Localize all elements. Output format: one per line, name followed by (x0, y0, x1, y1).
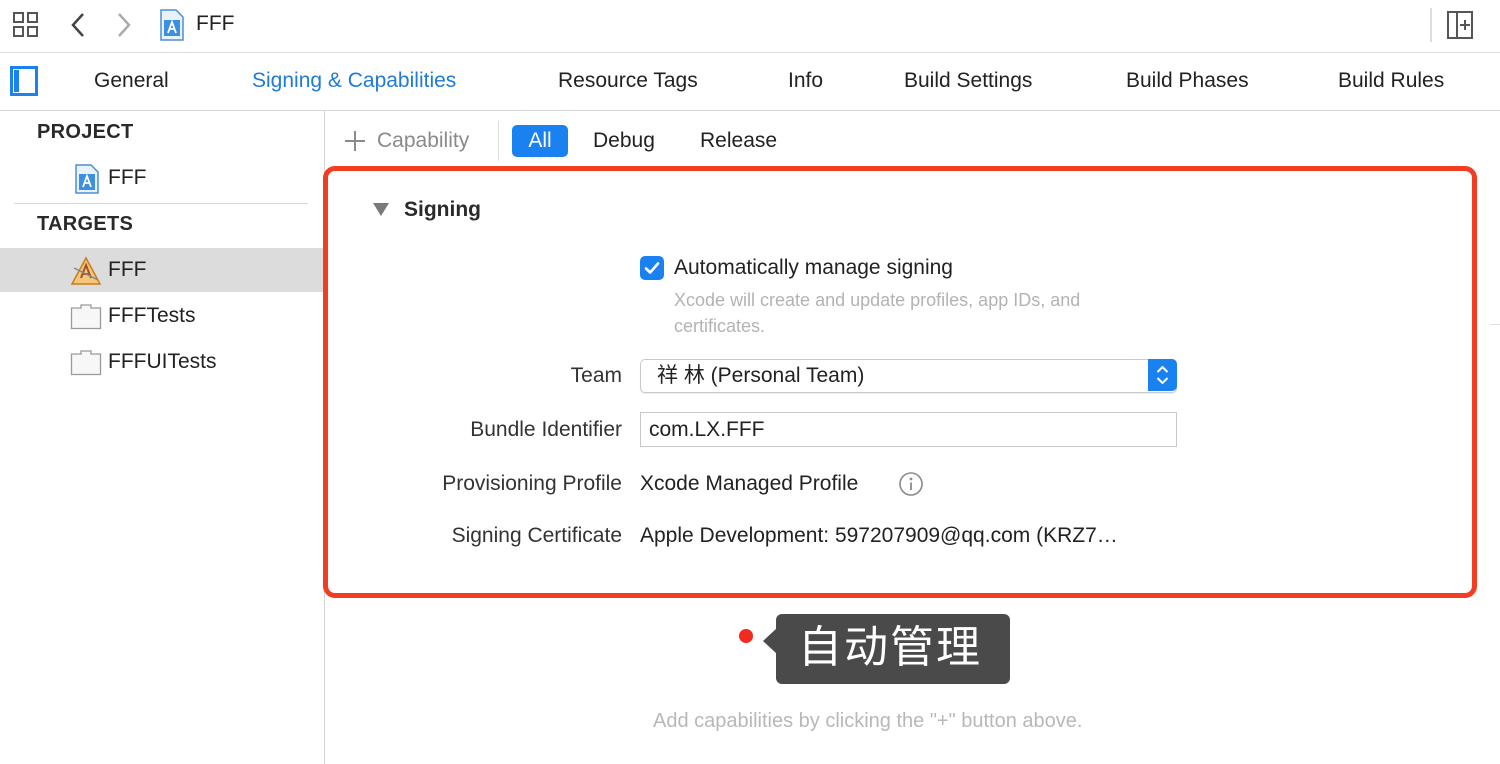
sidebar-item-label: FFFTests (108, 304, 196, 327)
tab-build-rules[interactable]: Build Rules (1338, 67, 1444, 95)
sidebar-item-label: FFF (108, 166, 147, 189)
panel-divider (1490, 324, 1500, 325)
project-navigator-sidebar: PROJECT FFF TARGETS FFF FFFTests FFFUITe… (0, 111, 325, 764)
add-capabilities-hint: Add capabilities by clicking the "+" but… (653, 710, 1083, 732)
signing-section-title: Signing (404, 198, 481, 221)
tooltip-text: 自动管理 (798, 623, 982, 672)
info-icon[interactable] (898, 471, 924, 497)
sidebar-item-label: FFFUITests (108, 350, 217, 373)
team-select[interactable]: 祥 林 (Personal Team) (640, 359, 1177, 393)
auto-manage-checkbox[interactable] (640, 256, 664, 280)
sidebar-item-label: FFF (108, 258, 147, 281)
app-target-icon (70, 256, 102, 285)
bundle-identifier-field[interactable]: com.LX.FFF (640, 412, 1177, 447)
editor-title: FFF (196, 12, 235, 35)
filter-debug-button[interactable]: Debug (593, 125, 655, 157)
add-editor-icon[interactable] (1445, 9, 1475, 41)
grid-icon[interactable] (10, 9, 42, 41)
bundle-identifier-label: Bundle Identifier (470, 418, 622, 441)
signing-certificate-value: Apple Development: 597207909@qq.com (KRZ… (640, 524, 1118, 547)
tab-resource-tags[interactable]: Resource Tags (558, 67, 698, 95)
sidebar-divider (14, 203, 308, 204)
sidebar-item-target-fff[interactable]: FFF (0, 248, 324, 292)
chevron-right-icon[interactable] (110, 10, 138, 40)
provisioning-profile-label: Provisioning Profile (442, 472, 622, 495)
sidebar-toggle-icon[interactable] (10, 66, 38, 96)
disclosure-triangle-icon[interactable] (372, 200, 390, 218)
filter-all-button[interactable]: All (512, 125, 568, 157)
sidebar-item-project-fff[interactable]: FFF (0, 156, 324, 200)
select-stepper-icon (1148, 359, 1177, 391)
test-bundle-icon (70, 302, 102, 330)
team-select-value: 祥 林 (Personal Team) (657, 364, 865, 387)
tab-build-phases[interactable]: Build Phases (1126, 67, 1249, 95)
tab-build-settings[interactable]: Build Settings (904, 67, 1032, 95)
plus-icon[interactable] (343, 129, 367, 153)
editor-tab-bar: General Signing & Capabilities Resource … (0, 53, 1500, 111)
sidebar-item-target-fffuitests[interactable]: FFFUITests (0, 340, 324, 384)
signing-certificate-label: Signing Certificate (451, 524, 622, 547)
targets-section-header: TARGETS (37, 213, 134, 235)
project-file-icon (158, 8, 186, 42)
toolbar: FFF (0, 0, 1500, 53)
chevron-left-icon[interactable] (64, 10, 92, 40)
tab-general[interactable]: General (94, 67, 169, 95)
tooltip-arrow (763, 628, 777, 654)
test-bundle-icon (70, 348, 102, 376)
filter-divider (498, 121, 499, 161)
checkmark-icon (644, 262, 660, 274)
annotation-dot (739, 629, 753, 643)
filter-release-button[interactable]: Release (700, 125, 777, 157)
project-section-header: PROJECT (37, 121, 134, 143)
auto-manage-label: Automatically manage signing (674, 256, 953, 279)
sidebar-item-target-ffftests[interactable]: FFFTests (0, 294, 324, 338)
bundle-identifier-value: com.LX.FFF (649, 418, 765, 441)
toolbar-divider (1430, 8, 1432, 42)
capability-filter-bar: Capability (325, 111, 1500, 165)
tab-signing-capabilities[interactable]: Signing & Capabilities (252, 67, 456, 95)
annotation-tooltip: 自动管理 (776, 614, 1010, 684)
team-label: Team (570, 364, 622, 387)
auto-manage-hint-line1: Xcode will create and update profiles, a… (674, 290, 1081, 310)
provisioning-profile-value: Xcode Managed Profile (640, 472, 859, 495)
tab-info[interactable]: Info (788, 67, 823, 95)
add-capability-button[interactable]: Capability (377, 125, 469, 157)
auto-manage-hint-line2: certificates. (674, 316, 766, 336)
project-file-icon (74, 164, 106, 194)
